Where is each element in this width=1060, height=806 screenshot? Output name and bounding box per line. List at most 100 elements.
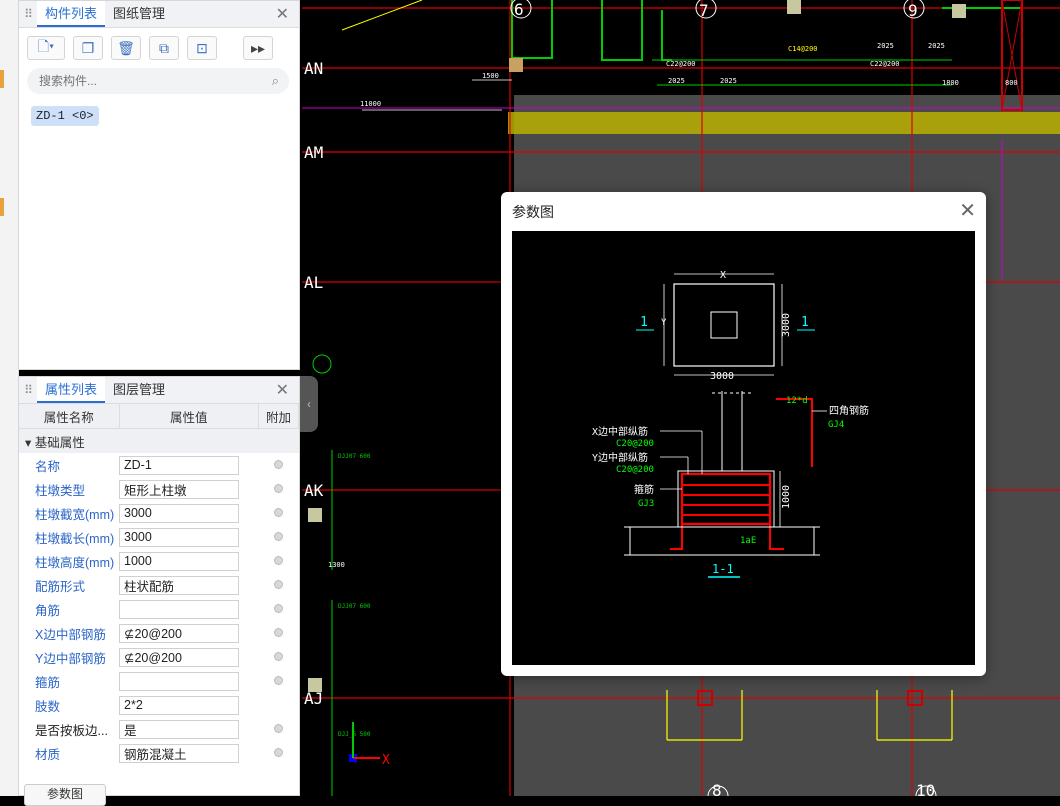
search-input[interactable] bbox=[37, 73, 241, 89]
section-title: 1-1 bbox=[712, 562, 734, 576]
property-value[interactable] bbox=[119, 575, 239, 595]
property-name: 名称 bbox=[35, 459, 61, 474]
extra-checkbox[interactable] bbox=[274, 532, 283, 541]
x-mid-bar-label: X边中部纵筋 bbox=[592, 425, 648, 438]
extra-checkbox[interactable] bbox=[274, 724, 283, 733]
dim-top: X bbox=[720, 270, 726, 281]
copy-icon[interactable]: ❐ bbox=[73, 36, 103, 60]
property-table: 属性名称 属性值 附加 ▾ 基础属性 名称 柱墩类型 柱墩截宽(mm) 柱墩截长… bbox=[19, 404, 299, 765]
property-value[interactable] bbox=[119, 527, 239, 547]
grid-number: 8 bbox=[712, 781, 722, 796]
component-toolbar: 🗋▾ ❐ 🗑 ⧉ ⊡ ▸▸ bbox=[19, 28, 299, 68]
dim-right: 3000 bbox=[781, 313, 792, 337]
close-icon[interactable]: ✕ bbox=[276, 4, 289, 24]
y-label: Y bbox=[661, 318, 667, 328]
axis-label: AK bbox=[304, 481, 324, 500]
property-row: 材质 bbox=[19, 741, 299, 765]
y-mid-spec: C20@200 bbox=[616, 465, 654, 475]
property-value[interactable] bbox=[119, 647, 239, 667]
extra-checkbox[interactable] bbox=[274, 676, 283, 685]
dim-text: 2025 bbox=[668, 77, 685, 85]
ucs-label: X bbox=[382, 753, 390, 768]
extra-checkbox[interactable] bbox=[274, 460, 283, 469]
collapse-panel-icon[interactable]: ‹ bbox=[300, 376, 318, 432]
dim-text: 2025 bbox=[720, 77, 737, 85]
tab-drawing-management[interactable]: 图纸管理 bbox=[105, 1, 173, 27]
section-mark: 1 bbox=[640, 315, 648, 330]
property-row: 柱墩高度(mm) bbox=[19, 549, 299, 573]
property-value[interactable] bbox=[119, 743, 239, 763]
property-row: X边中部钢筋 bbox=[19, 621, 299, 645]
extra-checkbox[interactable] bbox=[274, 652, 283, 661]
property-value[interactable] bbox=[119, 719, 239, 739]
property-value[interactable] bbox=[119, 599, 239, 619]
property-name: 角筋 bbox=[35, 603, 61, 618]
more-icon[interactable]: ▸▸ bbox=[243, 36, 273, 60]
axis-label: AM bbox=[304, 143, 323, 162]
property-panel: ⠿ 属性列表 图层管理 ✕ 属性名称 属性值 附加 ▾ 基础属性 名称 柱墩类型… bbox=[18, 376, 300, 796]
property-value[interactable] bbox=[119, 479, 239, 499]
stirrup-code: GJ3 bbox=[638, 499, 654, 509]
component-panel: ⠿ 构件列表 图纸管理 ✕ 🗋▾ ❐ 🗑 ⧉ ⊡ ▸▸ ⌕ ZD-1 <0> bbox=[18, 0, 300, 370]
note-text: C22@200 bbox=[870, 60, 900, 68]
parameter-diagram-button[interactable]: 参数图 bbox=[24, 784, 106, 806]
close-icon[interactable]: ✕ bbox=[276, 380, 289, 400]
property-value[interactable] bbox=[119, 455, 239, 475]
close-icon[interactable]: ✕ bbox=[959, 198, 976, 223]
col-header-value: 属性值 bbox=[119, 404, 259, 429]
note-text: DJJ07 600 bbox=[338, 603, 371, 610]
property-value[interactable] bbox=[119, 503, 239, 523]
strip-marker[interactable] bbox=[0, 70, 4, 88]
tab-layer-management[interactable]: 图层管理 bbox=[105, 377, 173, 403]
drag-grip-icon[interactable]: ⠿ bbox=[19, 7, 37, 21]
extra-checkbox[interactable] bbox=[274, 748, 283, 757]
extra-checkbox[interactable] bbox=[274, 508, 283, 517]
note-text: C14@200 bbox=[788, 45, 818, 53]
axis-label: AN bbox=[304, 59, 323, 78]
hatch-band bbox=[508, 112, 1060, 134]
stirrup-label: 箍筋 bbox=[634, 483, 654, 496]
component-item[interactable]: ZD-1 <0> bbox=[31, 106, 99, 126]
grid-number: 9 bbox=[908, 1, 918, 20]
property-row: 角筋 bbox=[19, 597, 299, 621]
dialog-title: 参数图 bbox=[512, 204, 554, 220]
delete-icon[interactable]: 🗑 bbox=[111, 36, 141, 60]
filter-icon[interactable]: ⊡ bbox=[187, 36, 217, 60]
extra-checkbox[interactable] bbox=[274, 484, 283, 493]
search-icon[interactable]: ⌕ bbox=[272, 73, 279, 89]
extra-checkbox[interactable] bbox=[274, 628, 283, 637]
height-dim: 1000 bbox=[781, 485, 792, 509]
dim-text: 11000 bbox=[360, 100, 381, 108]
tab-component-list[interactable]: 构件列表 bbox=[37, 1, 106, 27]
extra-checkbox[interactable] bbox=[274, 556, 283, 565]
grid-number: 10 bbox=[916, 781, 935, 796]
new-component-icon[interactable]: 🗋▾ bbox=[27, 36, 65, 60]
parameter-diagram: X 3000 Y 3000 1 1 1000 1aE 12*d 四角钢筋 GJ4 bbox=[512, 231, 975, 665]
property-row: 肢数 bbox=[19, 693, 299, 717]
extra-checkbox[interactable] bbox=[274, 604, 283, 613]
dim-text: 800 bbox=[1005, 79, 1018, 87]
property-value[interactable] bbox=[119, 695, 239, 715]
property-row: 配筋形式 bbox=[19, 573, 299, 597]
property-row: Y边中部钢筋 bbox=[19, 645, 299, 669]
property-row: 是否按板边... bbox=[19, 717, 299, 741]
property-row: 柱墩类型 bbox=[19, 477, 299, 501]
property-row: 柱墩截长(mm) bbox=[19, 525, 299, 549]
property-name: X边中部钢筋 bbox=[35, 627, 106, 642]
property-value[interactable] bbox=[119, 671, 239, 691]
duplicate-layer-icon[interactable]: ⧉ bbox=[149, 36, 179, 60]
property-row: 名称 bbox=[19, 453, 299, 477]
extra-checkbox[interactable] bbox=[274, 580, 283, 589]
tab-property-list[interactable]: 属性列表 bbox=[37, 377, 106, 403]
group-row[interactable]: ▾ 基础属性 bbox=[19, 429, 299, 454]
property-name: 箍筋 bbox=[35, 675, 61, 690]
property-value[interactable] bbox=[119, 623, 239, 643]
group-label: 基础属性 bbox=[34, 435, 85, 450]
strip-marker[interactable] bbox=[0, 198, 4, 216]
drag-grip-icon[interactable]: ⠿ bbox=[19, 383, 37, 397]
property-value[interactable] bbox=[119, 551, 239, 571]
x-mid-spec: C20@200 bbox=[616, 439, 654, 449]
property-row: 箍筋 bbox=[19, 669, 299, 693]
grid-number: 7 bbox=[699, 1, 709, 20]
component-search[interactable]: ⌕ bbox=[27, 68, 289, 94]
